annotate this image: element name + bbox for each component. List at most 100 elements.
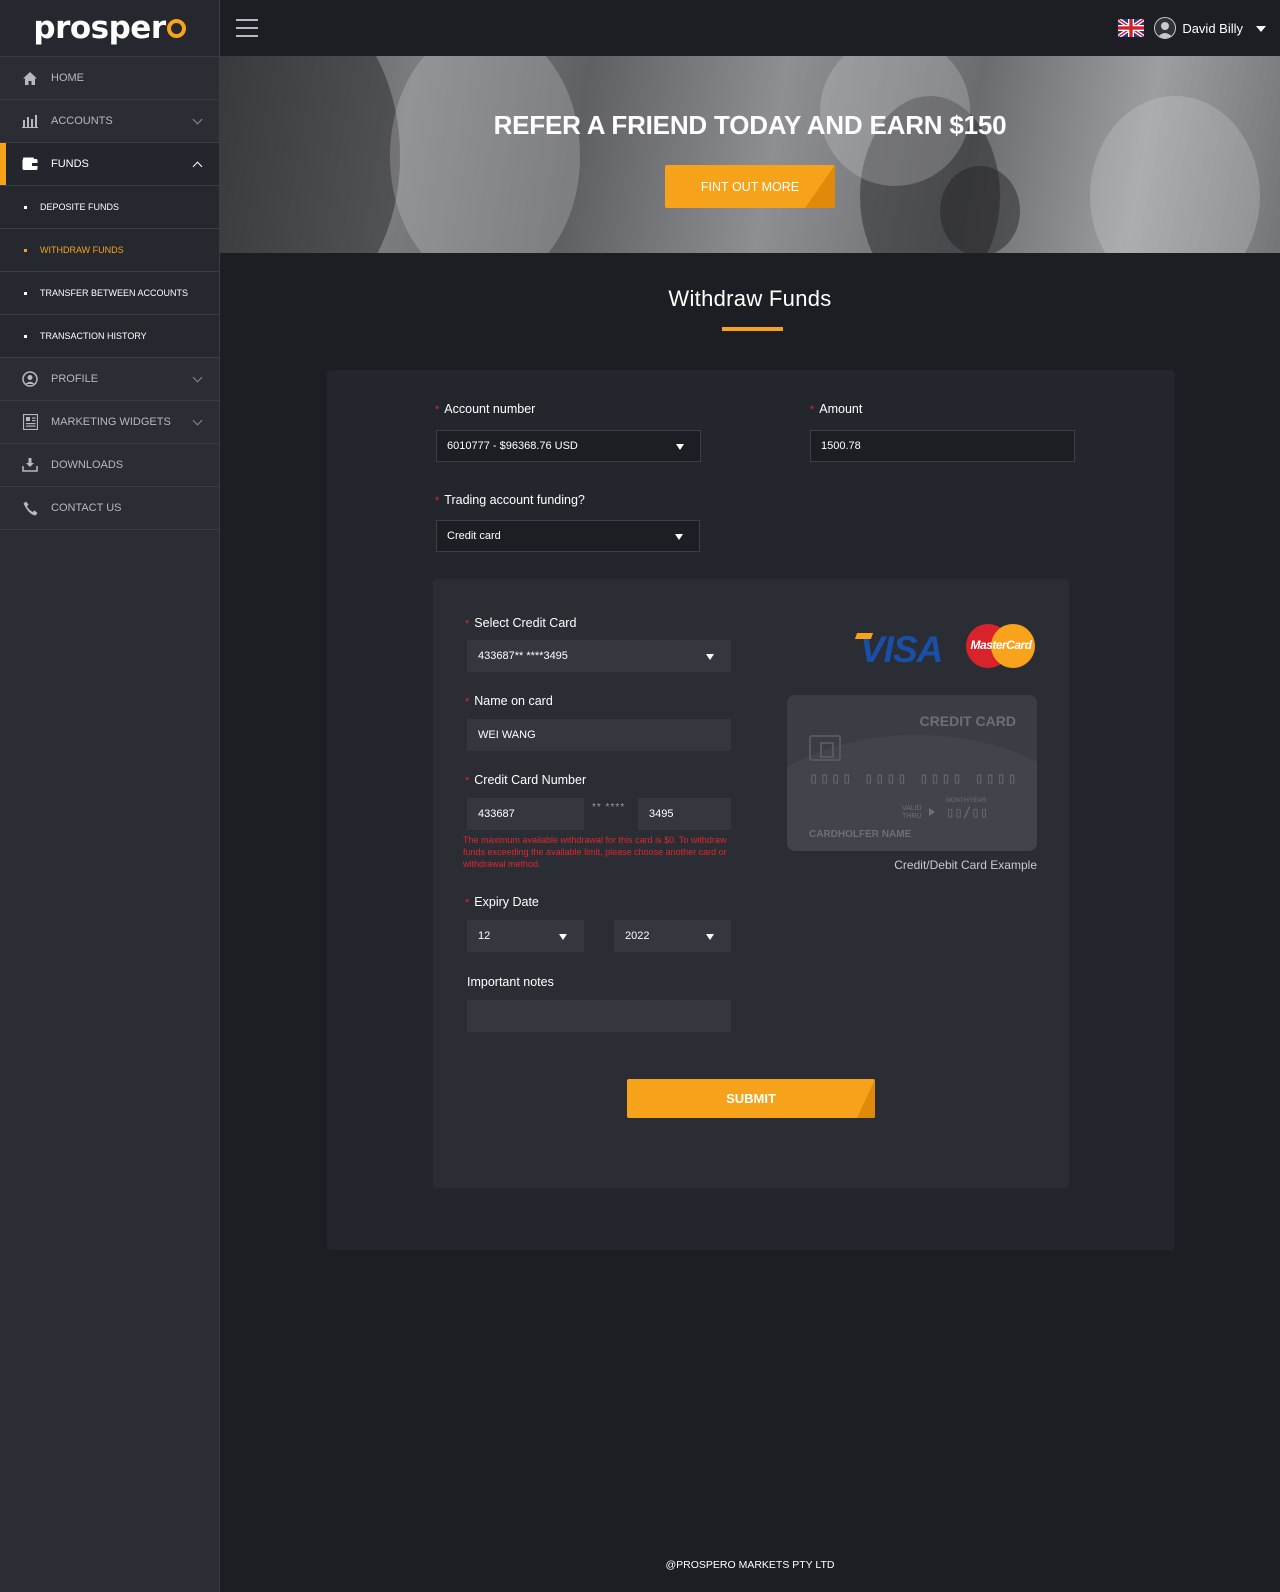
expiry-year-select[interactable]: 2022 <box>614 920 731 952</box>
name-on-card-input[interactable]: WEI WANG <box>467 719 731 751</box>
sidebar-item-label: HOME <box>51 72 84 84</box>
topbar: David Billy <box>220 0 1280 56</box>
button-label: SUBMIT <box>726 1091 776 1106</box>
home-icon <box>22 70 38 86</box>
caret-down-icon <box>706 654 714 660</box>
chevron-down-icon <box>192 114 203 125</box>
sidebar-item-label: CONTACT US <box>51 502 122 514</box>
uk-flag-icon[interactable] <box>1118 19 1144 37</box>
caret-down-icon <box>559 934 567 940</box>
promo-banner: REFER A FRIEND TODAY AND EARN $150 FINT … <box>220 56 1280 253</box>
card-number-first-input[interactable]: 433687 <box>467 798 584 830</box>
menu-icon[interactable] <box>236 19 258 37</box>
name-on-card-value: WEI WANG <box>478 729 536 741</box>
chevron-down-icon <box>192 415 203 426</box>
chevron-down-icon <box>192 372 203 383</box>
caret-down-icon <box>676 444 684 450</box>
sidebar-subitem-label: DEPOSITE FUNDS <box>40 202 120 212</box>
card-example-number: ▯▯▯▯ ▯▯▯▯ ▯▯▯▯ ▯▯▯▯ <box>809 769 1019 787</box>
bullet-icon <box>24 291 27 295</box>
funding-label: * Trading account funding? <box>435 493 585 507</box>
download-icon <box>22 457 38 473</box>
sidebar-subitem-label: TRANSFER BETWEEN ACCOUNTS <box>40 288 189 298</box>
caret-down-icon[interactable] <box>1256 26 1266 32</box>
expiry-month-value: 12 <box>478 930 491 942</box>
account-number-label: * Account number <box>435 402 536 416</box>
banner-photo-shape <box>940 166 1020 253</box>
footer-copyright: @PROSPERO MARKETS PTY LTD <box>665 1559 835 1571</box>
sidebar-item-downloads[interactable]: DOWNLOADS <box>0 444 219 487</box>
username[interactable]: David Billy <box>1182 21 1243 36</box>
phone-icon <box>22 500 38 516</box>
funding-value: Credit card <box>447 530 501 542</box>
expiry-year-value: 2022 <box>625 930 650 942</box>
withdrawal-limit-error: The maximum available withdrawal for thi… <box>463 835 727 869</box>
visa-logo: VISA <box>860 629 943 670</box>
bullet-icon <box>24 248 27 252</box>
bullet-icon <box>24 334 27 338</box>
title-underline <box>722 327 783 331</box>
amount-value: 1500.78 <box>821 440 861 452</box>
sidebar-subitem-label: WITHDRAW FUNDS <box>40 245 124 255</box>
submit-button[interactable]: SUBMIT <box>627 1079 875 1118</box>
sidebar-item-label: DOWNLOADS <box>51 459 124 471</box>
sidebar-subitem-transfer[interactable]: TRANSFER BETWEEN ACCOUNTS <box>0 272 219 315</box>
logo-ring-icon <box>166 18 186 38</box>
card-number-last-input[interactable]: 3495 <box>638 798 731 830</box>
user-icon <box>22 371 38 387</box>
important-notes-input[interactable] <box>467 1000 731 1032</box>
sidebar-item-contact-us[interactable]: CONTACT US <box>0 487 219 530</box>
sidebar-subitem-deposit-funds[interactable]: DEPOSITE FUNDS <box>0 186 219 229</box>
sidebar-subitem-withdraw-funds[interactable]: WITHDRAW FUNDS <box>0 229 219 272</box>
caret-down-icon <box>675 534 683 540</box>
card-example-caption: Credit/Debit Card Example <box>894 858 1037 872</box>
bullet-icon <box>24 205 27 209</box>
button-label: FINT OUT MORE <box>700 179 800 194</box>
card-example-title: CREDIT CARD <box>919 713 1016 729</box>
expiry-month-select[interactable]: 12 <box>467 920 584 952</box>
sidebar-item-profile[interactable]: PROFILE <box>0 358 219 401</box>
logo[interactable]: prosper <box>0 0 219 57</box>
card-number-label: * Credit Card Number <box>465 773 587 787</box>
mastercard-logo-text: MasterCard <box>970 638 1032 652</box>
sidebar-item-label: FUNDS <box>51 158 89 170</box>
sidebar-item-funds[interactable]: FUNDS <box>0 143 219 186</box>
widgets-icon <box>22 414 38 430</box>
sidebar-item-label: MARKETING WIDGETS <box>51 416 171 428</box>
sidebar-item-home[interactable]: HOME <box>0 57 219 100</box>
funding-select[interactable]: Credit card <box>436 520 700 552</box>
sidebar-subitem-transaction-history[interactable]: TRANSACTION HISTORY <box>0 315 219 358</box>
avatar[interactable] <box>1154 17 1176 39</box>
chevron-up-icon <box>192 161 203 172</box>
card-number-first-value: 433687 <box>478 808 515 820</box>
wallet-icon <box>22 156 38 172</box>
banner-photo-shape <box>390 56 580 253</box>
sidebar-subitem-label: TRANSACTION HISTORY <box>40 331 147 341</box>
select-card-label: * Select Credit Card <box>465 616 577 630</box>
mastercard-logo: MasterCard <box>966 624 1036 668</box>
amount-label: * Amount <box>810 402 863 416</box>
account-number-select[interactable]: 6010777 - $96368.76 USD <box>436 430 701 462</box>
chip-icon <box>809 735 841 761</box>
caret-down-icon <box>706 934 714 940</box>
banner-title: REFER A FRIEND TODAY AND EARN $150 <box>493 110 1007 140</box>
select-card-dropdown[interactable]: 433687** ****3495 <box>467 640 731 672</box>
amount-input[interactable]: 1500.78 <box>810 430 1075 462</box>
card-number-masked: ** **** <box>592 802 626 813</box>
account-number-value: 6010777 - $96368.76 USD <box>447 440 578 452</box>
sidebar-item-label: PROFILE <box>51 373 99 385</box>
banner-photo-shape <box>220 56 400 253</box>
card-example-valid-thru: VALID THRU <box>902 805 922 820</box>
card-example-expiry: ▯▯/▯▯ <box>946 805 989 821</box>
card-number-last-value: 3495 <box>649 808 674 820</box>
logo-text: prosper <box>33 10 166 46</box>
sidebar-item-label: ACCOUNTS <box>51 115 113 127</box>
find-out-more-button[interactable]: FINT OUT MORE <box>665 165 835 208</box>
credit-card-example: CREDIT CARD ▯▯▯▯ ▯▯▯▯ ▯▯▯▯ ▯▯▯▯ VALID TH… <box>787 695 1037 851</box>
sidebar-item-accounts[interactable]: ACCOUNTS <box>0 100 219 143</box>
page-title: Withdraw Funds <box>668 286 832 311</box>
arrow-right-icon <box>929 808 935 816</box>
sidebar-item-marketing-widgets[interactable]: MARKETING WIDGETS <box>0 401 219 444</box>
bar-chart-icon <box>22 113 38 129</box>
important-notes-label: Important notes <box>467 975 554 989</box>
